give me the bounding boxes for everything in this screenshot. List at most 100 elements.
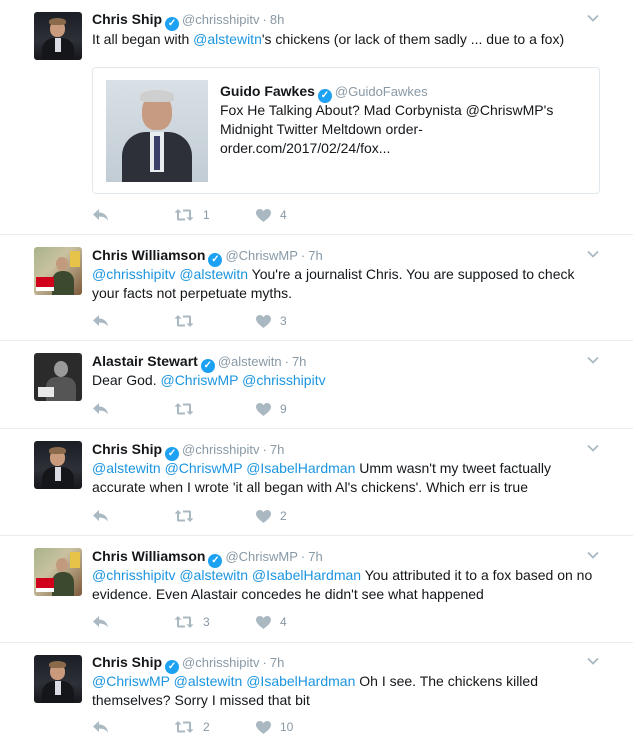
retweet-count: 2: [203, 720, 210, 734]
tweet[interactable]: Chris Williamson ✓ @ChriswMP · 7h @chrisship…: [0, 536, 633, 643]
display-name[interactable]: Alastair Stewart: [92, 353, 198, 369]
reply-icon: [92, 615, 109, 629]
display-name[interactable]: Chris Ship: [92, 441, 162, 457]
user-handle[interactable]: @ChriswMP: [225, 248, 297, 263]
reply-button[interactable]: [92, 506, 109, 526]
retweet-button[interactable]: [174, 311, 203, 331]
chevron-down-icon[interactable]: [587, 442, 599, 454]
user-handle[interactable]: @alstewitn: [218, 354, 282, 369]
tweet-text: Dear God. @ChriswMP @chrisshipitv: [92, 372, 326, 388]
mention-link[interactable]: @ChriswMP: [92, 673, 170, 689]
avatar[interactable]: [34, 548, 82, 596]
user-handle[interactable]: @chrisshipitv: [182, 655, 260, 670]
mention-link[interactable]: @alstewitn: [179, 266, 248, 282]
display-name[interactable]: Chris Ship: [92, 654, 162, 670]
like-button[interactable]: 9: [256, 399, 287, 419]
retweet-button[interactable]: [174, 506, 203, 526]
display-name[interactable]: Chris Ship: [92, 11, 162, 27]
retweet-button[interactable]: 2: [174, 717, 210, 737]
tweet-text: @alstewitn @ChriswMP @IsabelHardman Umm …: [92, 460, 551, 495]
avatar[interactable]: [34, 655, 82, 703]
retweet-icon: [174, 314, 194, 328]
timestamp[interactable]: 7h: [270, 442, 284, 457]
like-count: 4: [280, 208, 287, 222]
reply-icon: [92, 208, 109, 222]
reply-button[interactable]: [92, 311, 109, 331]
like-button[interactable]: 4: [256, 612, 287, 632]
mention-link[interactable]: @alstewitn: [92, 460, 161, 476]
mention-link[interactable]: @alstewitn: [179, 567, 248, 583]
chevron-down-icon[interactable]: [587, 12, 599, 24]
quoted-tweet-header: Guido Fawkes ✓ @GuidoFawkes: [220, 83, 428, 103]
chevron-down-icon[interactable]: [587, 549, 599, 561]
like-button[interactable]: 4: [256, 205, 287, 225]
tweet-header: Chris Williamson ✓ @ChriswMP · 7h: [92, 247, 323, 267]
tweet-text: @ChriswMP @alstewitn @IsabelHardman Oh I…: [92, 673, 538, 708]
display-name[interactable]: Chris Williamson: [92, 247, 205, 263]
tweet[interactable]: Alastair Stewart ✓ @alstewitn · 7h Dear God.…: [0, 341, 633, 429]
reply-icon: [92, 402, 109, 416]
timestamp[interactable]: 8h: [270, 12, 284, 27]
mention-link[interactable]: @chrisshipitv: [92, 567, 175, 583]
mention-link[interactable]: @alstewitn: [193, 31, 262, 47]
heart-icon: [256, 314, 271, 328]
timestamp[interactable]: 7h: [308, 248, 322, 263]
tweet[interactable]: Chris Williamson ✓ @ChriswMP · 7h @chrisship…: [0, 235, 633, 341]
like-count: 9: [280, 402, 287, 416]
timestamp[interactable]: 7h: [292, 354, 306, 369]
mention-link[interactable]: @alstewitn: [174, 673, 243, 689]
mention-link[interactable]: @IsabelHardman: [252, 567, 361, 583]
tweet-header: Chris Williamson ✓ @ChriswMP · 7h: [92, 548, 323, 568]
user-handle[interactable]: @ChriswMP: [225, 549, 297, 564]
chevron-down-icon[interactable]: [587, 655, 599, 667]
retweet-button[interactable]: 3: [174, 612, 210, 632]
retweet-icon: [174, 402, 194, 416]
retweet-icon: [174, 615, 194, 629]
tweet-header: Chris Ship ✓ @chrisshipitv · 8h: [92, 11, 284, 31]
avatar[interactable]: [34, 441, 82, 489]
avatar[interactable]: [34, 247, 82, 295]
quoted-tweet-image: [106, 80, 208, 182]
like-button[interactable]: 10: [256, 717, 293, 737]
like-button[interactable]: 3: [256, 311, 287, 331]
quoted-tweet-text: Fox He Talking About? Mad Corbynista @Ch…: [220, 102, 554, 156]
user-handle[interactable]: @chrisshipitv: [182, 442, 260, 457]
avatar[interactable]: [34, 353, 82, 401]
retweet-button[interactable]: [174, 399, 203, 419]
retweet-icon: [174, 720, 194, 734]
user-handle[interactable]: @chrisshipitv: [182, 12, 260, 27]
tweet-text: @chrisshipitv @alstewitn @IsabelHardman …: [92, 567, 593, 602]
verified-badge-icon: ✓: [165, 17, 180, 31]
separator-dot: ·: [300, 248, 306, 263]
reply-button[interactable]: [92, 612, 109, 632]
reply-button[interactable]: [92, 205, 109, 225]
retweet-button[interactable]: 1: [174, 205, 210, 225]
mention-link[interactable]: @IsabelHardman: [246, 460, 355, 476]
mention-link[interactable]: @chrisshipitv: [242, 372, 325, 388]
mention-link[interactable]: @ChriswMP: [165, 460, 243, 476]
separator-dot: ·: [262, 12, 267, 27]
chevron-down-icon[interactable]: [587, 248, 599, 260]
timestamp[interactable]: 7h: [270, 655, 284, 670]
mention-link[interactable]: @ChriswMP: [160, 372, 238, 388]
heart-icon: [256, 509, 271, 523]
quoted-display-name: Guido Fawkes: [220, 83, 315, 99]
heart-icon: [256, 402, 271, 416]
timestamp[interactable]: 7h: [308, 549, 322, 564]
reply-icon: [92, 314, 109, 328]
quoted-tweet[interactable]: Guido Fawkes ✓ @GuidoFawkes Fox He Talking…: [92, 67, 600, 194]
display-name[interactable]: Chris Williamson: [92, 548, 205, 564]
mention-link[interactable]: @IsabelHardman: [246, 673, 355, 689]
like-button[interactable]: 2: [256, 506, 287, 526]
like-count: 3: [280, 314, 287, 328]
tweet-actions: 3: [92, 311, 352, 331]
chevron-down-icon[interactable]: [587, 354, 599, 366]
tweet[interactable]: Chris Ship ✓ @chrisshipitv · 7h @alstewitn @…: [0, 429, 633, 536]
tweet[interactable]: Chris Ship ✓ @chrisshipitv · 7h @ChriswMP @a…: [0, 643, 633, 749]
mention-link[interactable]: @chrisshipitv: [92, 266, 175, 282]
avatar[interactable]: [34, 12, 82, 60]
retweet-icon: [174, 208, 194, 222]
tweet[interactable]: Chris Ship ✓ @chrisshipitv · 8h It all began…: [0, 0, 633, 235]
reply-button[interactable]: [92, 399, 109, 419]
reply-button[interactable]: [92, 717, 109, 737]
